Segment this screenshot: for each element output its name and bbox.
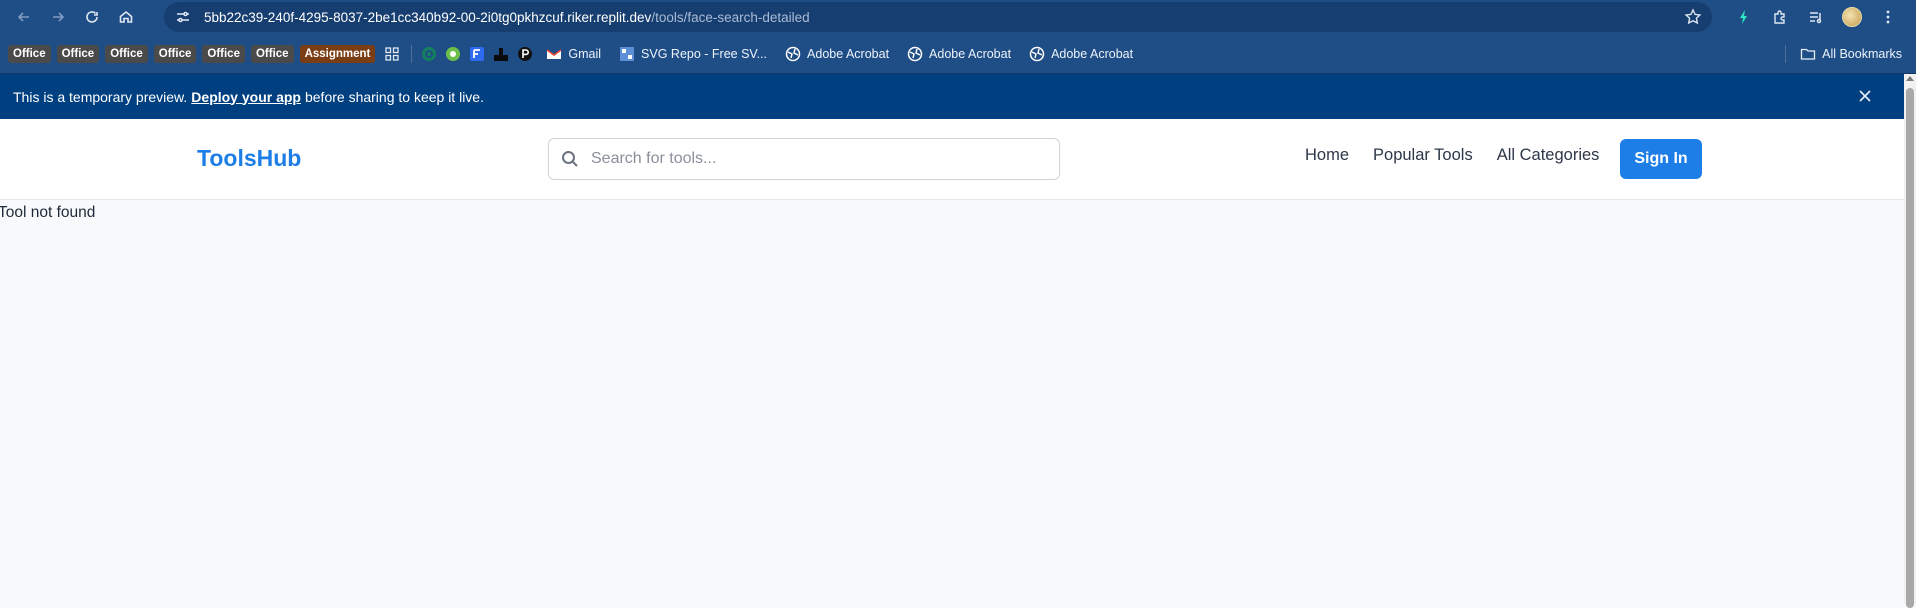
search-box — [548, 138, 1060, 180]
globe-icon — [785, 46, 801, 62]
back-arrow-icon[interactable] — [10, 3, 38, 31]
url-host: 5bb22c39-240f-4295-8037-2be1cc340b92-00-… — [204, 9, 652, 25]
all-bookmarks-button[interactable]: All Bookmarks — [1794, 46, 1908, 62]
p-app-icon[interactable] — [516, 45, 534, 63]
bookmark-office-6[interactable]: Office — [250, 44, 294, 63]
scroll-up-arrow-icon[interactable] — [1906, 76, 1914, 81]
bookmark-office-5[interactable]: Office — [202, 44, 245, 63]
bookmark-office-1[interactable]: Office — [8, 44, 51, 63]
bookmarks-divider — [411, 44, 413, 63]
browser-toolbar: 5bb22c39-240f-4295-8037-2be1cc340b92-00-… — [0, 0, 1916, 34]
bookmark-adobe-acrobat-2-label: Adobe Acrobat — [929, 46, 1012, 61]
search-icon — [561, 150, 579, 168]
bookmark-adobe-acrobat-3[interactable]: Adobe Acrobat — [1023, 46, 1139, 62]
bookmark-office-2[interactable]: Office — [56, 44, 100, 63]
bookmark-office-3[interactable]: Office — [105, 44, 148, 63]
profile-avatar[interactable] — [1838, 3, 1866, 31]
bookmark-assignment[interactable]: Assignment — [299, 44, 376, 63]
bookmarks-bar: Office Office Office Office Office Offic… — [0, 34, 1916, 74]
extensions-puzzle-icon[interactable] — [1766, 3, 1794, 31]
url-path: /tools/face-search-detailed — [651, 9, 810, 25]
more-menu-icon[interactable] — [1874, 3, 1902, 31]
tool-not-found-message: Tool not found — [0, 204, 96, 221]
media-controls-icon[interactable] — [1802, 3, 1830, 31]
bookmark-office-4[interactable]: Office — [153, 44, 197, 63]
dark-tool-icon[interactable] — [492, 45, 510, 63]
close-icon[interactable] — [1856, 87, 1874, 105]
deploy-app-link[interactable]: Deploy your app — [191, 89, 301, 105]
globe-icon — [907, 46, 923, 62]
bookmark-adobe-acrobat-2[interactable]: Adobe Acrobat — [901, 46, 1017, 62]
preview-banner: This is a temporary preview. Deploy your… — [0, 74, 1916, 119]
bookmarks-divider — [1785, 44, 1787, 63]
reload-icon[interactable] — [78, 3, 106, 31]
bookmark-adobe-acrobat-3-label: Adobe Acrobat — [1051, 46, 1134, 61]
page-scrollbar[interactable] — [1904, 74, 1916, 608]
search-input[interactable] — [591, 150, 1047, 168]
home-icon[interactable] — [112, 3, 140, 31]
bookmark-adobe-acrobat-1-label: Adobe Acrobat — [807, 46, 890, 61]
forms-app-icon[interactable] — [468, 45, 486, 63]
banner-prefix: This is a temporary preview. — [13, 88, 188, 105]
apps-grid-icon[interactable] — [381, 43, 403, 65]
forward-arrow-icon[interactable] — [44, 3, 72, 31]
green-circle-icon[interactable] — [444, 45, 462, 63]
site-logo[interactable]: ToolsHub — [197, 145, 301, 172]
scrollbar-thumb[interactable] — [1906, 88, 1914, 608]
banner-suffix: before sharing to keep it live. — [304, 88, 484, 105]
sign-in-button[interactable]: Sign In — [1620, 139, 1702, 179]
bookmark-gmail[interactable]: Gmail — [540, 46, 607, 62]
nav-all-categories[interactable]: All Categories — [1497, 146, 1600, 165]
globe-icon — [1029, 46, 1045, 62]
svg-repo-icon — [619, 46, 635, 62]
bookmark-adobe-acrobat-1[interactable]: Adobe Acrobat — [779, 46, 895, 62]
address-bar[interactable]: 5bb22c39-240f-4295-8037-2be1cc340b92-00-… — [164, 2, 1712, 32]
nav-home[interactable]: Home — [1305, 146, 1349, 165]
bookmark-gmail-label: Gmail — [568, 46, 602, 61]
site-settings-icon[interactable] — [174, 8, 192, 26]
grammarly-icon[interactable] — [420, 45, 438, 63]
extension-bolt-icon[interactable] — [1730, 3, 1758, 31]
folder-icon — [1800, 46, 1816, 62]
main-content: Tool not found — [0, 200, 1904, 530]
all-bookmarks-label: All Bookmarks — [1822, 46, 1902, 61]
site-header: ToolsHub Home Popular Tools All Categori… — [0, 119, 1904, 200]
bookmark-svg-repo[interactable]: SVG Repo - Free SV... — [613, 46, 773, 62]
nav-popular-tools[interactable]: Popular Tools — [1373, 146, 1473, 165]
bookmark-svg-repo-label: SVG Repo - Free SV... — [641, 46, 768, 61]
main-nav: Home Popular Tools All Categories — [1305, 146, 1599, 165]
bookmark-star-icon[interactable] — [1684, 8, 1702, 26]
gmail-icon — [546, 46, 562, 62]
